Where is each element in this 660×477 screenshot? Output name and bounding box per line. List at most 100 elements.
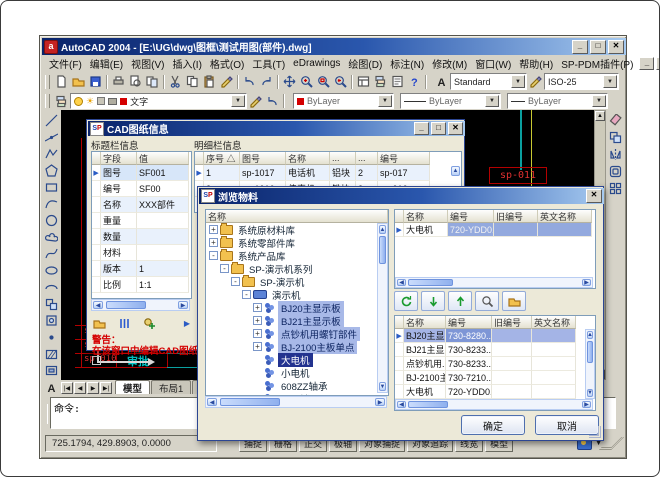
lock-icon[interactable] [97, 97, 105, 105]
table-row[interactable]: ▶BJ20主显...730-8280... [395, 329, 595, 343]
scroll-down-icon[interactable]: ▼ [379, 382, 386, 391]
scroll-up-icon[interactable]: ▲ [379, 225, 386, 234]
style-button[interactable]: A [433, 74, 450, 90]
columns-button[interactable] [116, 315, 133, 331]
combo-dropdown-icon[interactable]: ▼ [485, 95, 499, 107]
close-icon[interactable]: ✕ [448, 122, 463, 135]
column-header[interactable]: 编号 [446, 316, 492, 329]
construction-line-button[interactable] [43, 129, 61, 146]
copy-object-button[interactable] [606, 129, 624, 146]
dim-style-combo[interactable]: ISO-25▼ [544, 73, 619, 90]
tree-item-小电机[interactable]: 小电机 [206, 366, 388, 379]
scroll-thumb[interactable] [408, 279, 453, 286]
tree-item-系统产品库[interactable]: -系统产品库 [206, 249, 388, 262]
combo-dropdown-icon[interactable]: ▼ [378, 95, 392, 107]
scroll-right-icon[interactable]: ▶ [375, 398, 385, 406]
header-marker-cell[interactable] [395, 210, 404, 223]
table-row[interactable]: 重量 [92, 213, 191, 229]
ellipse-button[interactable] [43, 262, 61, 279]
column-header[interactable]: 图号 [240, 152, 286, 165]
polygon-button[interactable] [43, 162, 61, 179]
menu-标注(N)[interactable]: 标注(N) [386, 55, 428, 72]
publish-button[interactable] [144, 74, 161, 90]
column-header[interactable]: ... [330, 152, 356, 165]
scroll-left-icon[interactable]: ◀ [93, 301, 103, 309]
menu-格式(O)[interactable]: 格式(O) [206, 55, 248, 72]
menu-视图(V)[interactable]: 视图(V) [127, 55, 168, 72]
cad-info-titlebar[interactable]: SP CAD图纸信息 _ □ ✕ [88, 121, 465, 136]
tree-item-BJ20主显示板[interactable]: +BJ20主显示板 [206, 301, 388, 314]
expand-icon[interactable]: + [209, 225, 218, 234]
insert-block-button[interactable] [43, 296, 61, 313]
help-button[interactable]: ? [406, 74, 423, 90]
tree-column-header[interactable]: 名称 [206, 210, 388, 223]
linetype-combo[interactable]: ByLayer▼ [400, 93, 501, 109]
plot-icon[interactable] [108, 98, 117, 105]
minimize-icon[interactable]: _ [414, 122, 429, 135]
collapse-icon[interactable]: - [209, 251, 218, 260]
resize-grip[interactable] [589, 426, 601, 438]
table-row[interactable]: 大电机720-YDD0... [395, 385, 595, 399]
layer-previous-button[interactable] [264, 93, 281, 109]
scroll-left-icon[interactable]: ◀ [207, 398, 217, 406]
layer-combo[interactable]: ☀文字▼ [70, 93, 247, 109]
preview-button[interactable] [127, 74, 144, 90]
table-row[interactable]: 比例1:1 [92, 277, 191, 293]
column-header[interactable]: 编号 [448, 210, 494, 223]
overflow-arrow-icon[interactable]: ▶ [184, 319, 190, 328]
zoom-realtime-button[interactable] [298, 74, 315, 90]
ok-button[interactable]: 确定 [461, 415, 525, 435]
menu-编辑(E)[interactable]: 编辑(E) [86, 55, 127, 72]
make-layer-current-button[interactable] [247, 93, 264, 109]
collapse-icon[interactable]: - [231, 277, 240, 286]
erase-button[interactable] [606, 112, 624, 129]
polyline-button[interactable] [43, 145, 61, 162]
scroll-left-icon[interactable]: ◀ [397, 279, 406, 286]
browse-titlebar[interactable]: SP 浏览物料 ✕ [199, 188, 604, 204]
open-button[interactable] [502, 291, 526, 311]
move-down-button[interactable] [421, 291, 445, 311]
scroll-thumb[interactable] [106, 301, 146, 309]
scroll-right-icon[interactable]: ▶ [178, 301, 188, 309]
column-header[interactable]: 名称 [404, 210, 448, 223]
minimize-icon[interactable]: _ [572, 40, 588, 54]
tree-item-BJ21主显示板[interactable]: +BJ21主显示板 [206, 314, 388, 327]
offset-button[interactable] [606, 163, 624, 180]
mirror-button[interactable] [606, 146, 624, 163]
rectangle-button[interactable] [43, 179, 61, 196]
selected-hscrollbar[interactable]: ◀▶ [395, 399, 593, 410]
paste-button[interactable] [201, 74, 218, 90]
text-style-combo[interactable]: Standard▼ [450, 73, 527, 90]
column-header[interactable]: 编号 [378, 152, 430, 165]
expand-icon[interactable]: + [253, 329, 262, 338]
properties-button[interactable] [389, 74, 406, 90]
region-button[interactable] [43, 363, 61, 380]
column-header[interactable]: 名称 [286, 152, 330, 165]
combo-dropdown-icon[interactable]: ▼ [603, 75, 617, 88]
bulb-icon[interactable] [74, 97, 83, 106]
result-hscrollbar[interactable]: ◀▶ [395, 277, 593, 288]
restore-icon[interactable]: □ [590, 40, 606, 54]
spline-button[interactable] [43, 246, 61, 263]
toolbar-grip[interactable] [45, 94, 50, 108]
column-header[interactable]: 英文名称 [538, 210, 592, 223]
column-header[interactable]: 旧编号 [494, 210, 538, 223]
table-row[interactable]: ▶图号SF001 [92, 165, 191, 181]
redo-button[interactable] [258, 74, 275, 90]
expand-icon[interactable]: + [253, 342, 262, 351]
copy-button[interactable] [184, 74, 201, 90]
tree-item-SP-演示机[interactable]: -SP-演示机 [206, 275, 388, 288]
collapse-icon[interactable]: - [220, 264, 229, 273]
move-up-button[interactable] [448, 291, 472, 311]
tab-last-icon[interactable]: ▶| [100, 382, 112, 394]
ellipse-arc-button[interactable] [43, 279, 61, 296]
column-header[interactable]: 旧编号 [492, 316, 532, 329]
tab-prev-icon[interactable]: ◀ [74, 382, 86, 394]
menu-插入(I)[interactable]: 插入(I) [168, 55, 205, 72]
add-button[interactable] [141, 315, 158, 331]
menu-绘图(D)[interactable]: 绘图(D) [344, 55, 386, 72]
scroll-thumb[interactable] [379, 236, 386, 264]
tree-item-BJ-2100主板单点[interactable]: +BJ-2100主板单点 [206, 340, 388, 353]
table-row[interactable]: 名称XXX部件 [92, 197, 191, 213]
titlebar-info-hscrollbar[interactable]: ◀ ▶ [91, 299, 190, 311]
